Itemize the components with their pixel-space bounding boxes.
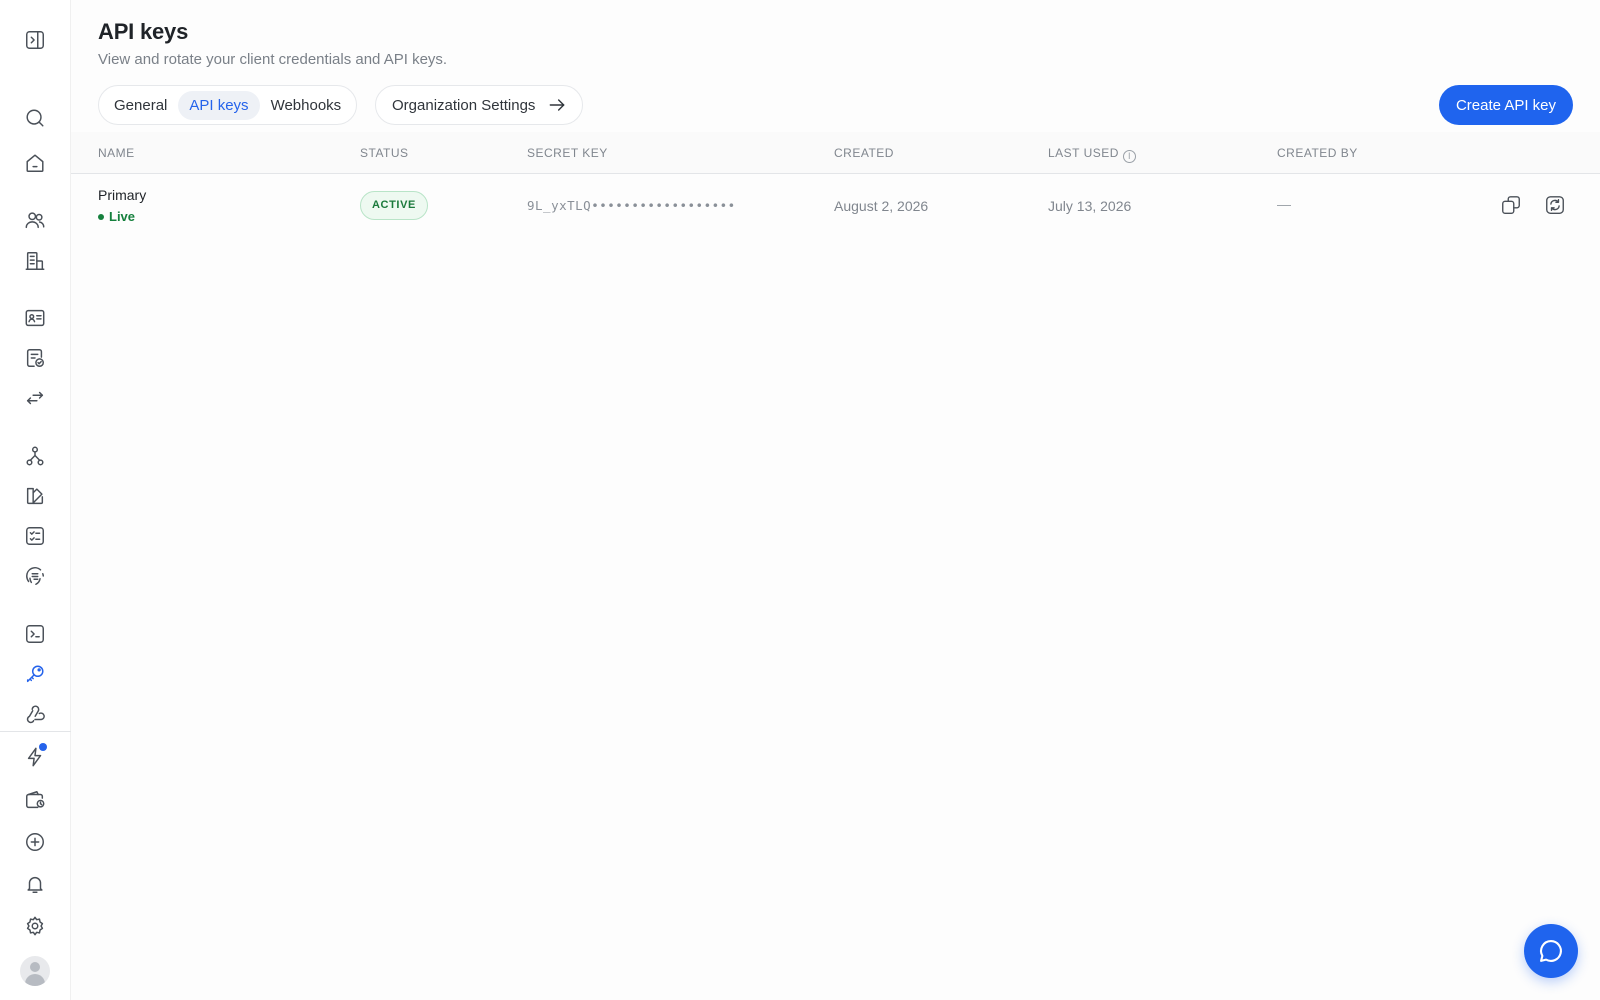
home-icon[interactable] xyxy=(21,149,49,177)
sidebar xyxy=(0,0,71,1000)
key-name: Primary xyxy=(98,187,147,203)
chat-bubble-icon xyxy=(1540,940,1562,962)
contact-card-icon[interactable] xyxy=(21,304,49,332)
column-header-created-by: Created by xyxy=(1277,146,1358,160)
lightning-icon[interactable] xyxy=(21,743,49,771)
notification-dot xyxy=(39,743,47,751)
column-header-last-used-label: Last used xyxy=(1048,146,1119,160)
organization-settings-label: Organization Settings xyxy=(392,96,536,114)
rotate-icon[interactable] xyxy=(1542,192,1568,218)
created-by-value: — xyxy=(1277,196,1291,212)
gear-icon[interactable] xyxy=(21,912,49,940)
sidebar-divider xyxy=(0,731,71,732)
tab-webhooks[interactable]: Webhooks xyxy=(260,91,353,120)
column-header-secret-key: Secret key xyxy=(527,146,608,160)
fingerprint-icon[interactable] xyxy=(21,562,49,590)
column-header-status: Status xyxy=(360,146,409,160)
chat-button[interactable] xyxy=(1524,924,1578,978)
table-row: Primary Live ACTIVE 9L_yxTLQ••••••••••••… xyxy=(71,175,1600,237)
status-badge: ACTIVE xyxy=(360,191,428,220)
main-content: API keys View and rotate your client cre… xyxy=(71,0,1600,1000)
search-icon[interactable] xyxy=(21,104,49,132)
tab-general[interactable]: General xyxy=(103,91,178,120)
design-icon[interactable] xyxy=(21,482,49,510)
key-icon[interactable] xyxy=(21,660,49,688)
copy-icon[interactable] xyxy=(1498,192,1524,218)
tab-api-keys[interactable]: API keys xyxy=(178,90,260,120)
wallet-icon[interactable] xyxy=(21,786,49,814)
live-dot-icon xyxy=(98,213,104,220)
column-header-last-used: Last used i xyxy=(1048,146,1136,163)
checklist-icon[interactable] xyxy=(21,522,49,550)
bell-icon[interactable] xyxy=(21,870,49,898)
page-subtitle: View and rotate your client credentials … xyxy=(98,51,448,68)
column-header-created: Created xyxy=(834,146,894,160)
page-title: API keys xyxy=(98,19,189,44)
secret-key-value: 9L_yxTLQ•••••••••••••••••• xyxy=(527,198,736,213)
create-api-key-button[interactable]: Create API key xyxy=(1439,85,1573,125)
info-icon[interactable]: i xyxy=(1122,150,1136,163)
transfer-icon[interactable] xyxy=(21,384,49,412)
tabs-group: General API keys Webhooks xyxy=(98,85,358,125)
panel-toggle-icon[interactable] xyxy=(21,26,49,54)
users-icon[interactable] xyxy=(21,206,49,234)
organization-settings-link[interactable]: Organization Settings xyxy=(375,85,583,125)
add-circle-icon[interactable] xyxy=(21,828,49,856)
workflow-icon[interactable] xyxy=(21,442,49,470)
arrow-right-icon xyxy=(550,99,565,111)
avatar-body xyxy=(25,974,45,986)
document-check-icon[interactable] xyxy=(21,344,49,372)
environment-label: Live xyxy=(109,209,136,224)
table-header: Name Status Secret key Created Last used… xyxy=(71,132,1600,174)
terminal-icon[interactable] xyxy=(21,620,49,648)
avatar-head xyxy=(30,962,40,972)
column-header-name: Name xyxy=(98,146,135,160)
created-date: August 2, 2026 xyxy=(834,198,929,214)
building-icon[interactable] xyxy=(21,247,49,275)
environment-indicator: Live xyxy=(98,209,135,224)
webhook-icon[interactable] xyxy=(21,700,49,728)
avatar[interactable] xyxy=(20,956,50,986)
last-used-date: July 13, 2026 xyxy=(1048,198,1132,214)
